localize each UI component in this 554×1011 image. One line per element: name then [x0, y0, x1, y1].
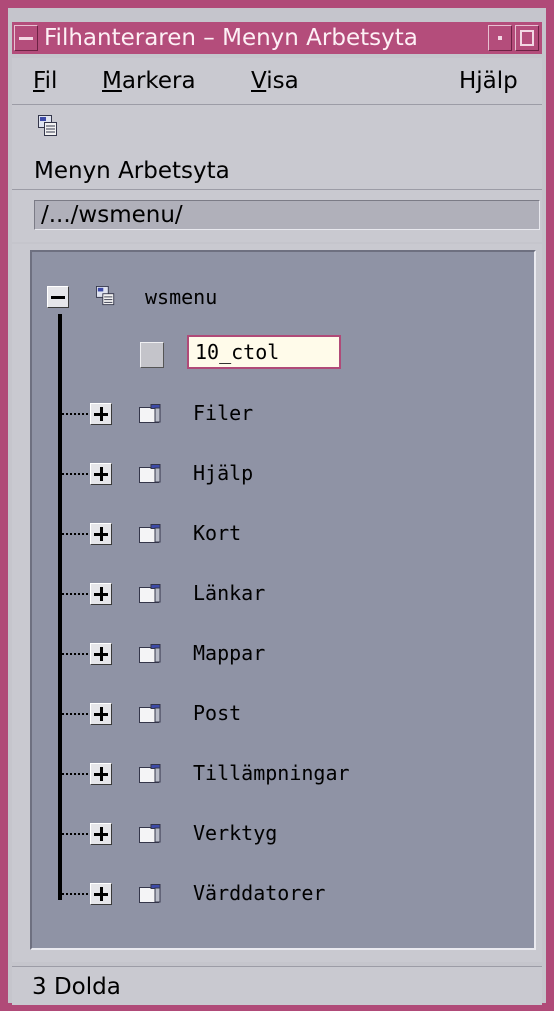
folder-label[interactable]: Värddatorer: [193, 881, 325, 905]
plus-icon: [100, 467, 103, 481]
folder-label[interactable]: Mappar: [193, 641, 265, 665]
expand-folder-button[interactable]: [90, 643, 112, 665]
rename-field[interactable]: [187, 335, 341, 369]
folder-icon: [139, 764, 161, 783]
expand-folder-button[interactable]: [90, 523, 112, 545]
menu-bar: Fil Markera Visa Hjälp: [12, 58, 542, 105]
path-bar: /.../wsmenu/: [12, 190, 542, 242]
tree-branch-line: [62, 773, 88, 775]
menu-file[interactable]: Fil: [33, 68, 57, 94]
expand-folder-button[interactable]: [90, 703, 112, 725]
folder-icon: [139, 824, 161, 843]
folder-icon: [139, 464, 161, 483]
path-text: /.../wsmenu/: [41, 202, 183, 228]
tree-branch-line: [62, 593, 88, 595]
maximize-button[interactable]: [515, 25, 539, 51]
toolbar-label: Menyn Arbetsyta: [34, 158, 230, 184]
workspace-menu-icon[interactable]: [38, 115, 58, 137]
expand-folder-button[interactable]: [90, 763, 112, 785]
minimize-button[interactable]: [488, 25, 512, 51]
menu-file-mnemonic: F: [33, 68, 45, 94]
expand-folder-button[interactable]: [90, 403, 112, 425]
plus-icon: [100, 527, 103, 541]
plus-icon: [100, 647, 103, 661]
expand-folder-button[interactable]: [90, 883, 112, 905]
expand-folder-button[interactable]: [90, 463, 112, 485]
tree-branch-line: [62, 893, 88, 895]
tree-branch-line: [62, 653, 88, 655]
file-manager-window: Filhanteraren – Menyn Arbetsyta Fil Mark…: [0, 0, 554, 1011]
tree-branch-line: [62, 713, 88, 715]
plus-icon: [100, 887, 103, 901]
folder-icon: [139, 404, 161, 423]
plus-icon: [100, 827, 103, 841]
window-menu-button[interactable]: [14, 25, 38, 51]
menu-view-label: isa: [266, 68, 299, 94]
maximize-icon: [520, 30, 534, 46]
tree-branch-line: [62, 413, 88, 415]
folder-icon: [139, 884, 161, 903]
folder-icon: [139, 524, 161, 543]
folder-icon: [139, 704, 161, 723]
folder-label[interactable]: Tillämpningar: [193, 761, 350, 785]
menu-help[interactable]: Hjälp: [459, 68, 518, 94]
tree-connector-line: [58, 314, 62, 900]
tree-branch-line: [62, 473, 88, 475]
menu-select[interactable]: Markera: [102, 68, 196, 94]
status-bar: 3 Dolda: [12, 966, 542, 1005]
rename-input[interactable]: [195, 339, 333, 365]
path-field[interactable]: /.../wsmenu/: [34, 200, 540, 230]
collapse-wsmenu-button[interactable]: [47, 286, 69, 308]
title-bar[interactable]: Filhanteraren – Menyn Arbetsyta: [12, 22, 542, 54]
plus-icon: [100, 407, 103, 421]
menu-view[interactable]: Visa: [251, 68, 299, 94]
plus-icon: [100, 707, 103, 721]
minimize-icon: [498, 36, 502, 40]
tree-branch-line: [62, 533, 88, 535]
folder-label[interactable]: Filer: [193, 401, 253, 425]
folder-label[interactable]: Post: [193, 701, 241, 725]
item-checkbox[interactable]: [140, 342, 164, 368]
tree-root-label[interactable]: wsmenu: [145, 285, 217, 309]
menu-file-label: il: [44, 68, 58, 94]
menu-select-mnemonic: M: [102, 68, 122, 94]
folder-label[interactable]: Kort: [193, 521, 241, 545]
tree-branch-line: [62, 833, 88, 835]
expand-folder-button[interactable]: [90, 583, 112, 605]
folder-label[interactable]: Hjälp: [193, 461, 253, 485]
workspace-menu-icon: [96, 286, 115, 306]
window-title: Filhanteraren – Menyn Arbetsyta: [44, 25, 418, 51]
menu-select-label: arkera: [121, 68, 196, 94]
folder-label[interactable]: Länkar: [193, 581, 265, 605]
folder-icon: [139, 644, 161, 663]
window-menu-icon: [19, 37, 33, 40]
minus-icon: [51, 296, 65, 299]
status-text: 3 Dolda: [32, 974, 121, 1000]
folder-label[interactable]: Verktyg: [193, 821, 277, 845]
folder-icon: [139, 584, 161, 603]
expand-folder-button[interactable]: [90, 823, 112, 845]
plus-icon: [100, 767, 103, 781]
plus-icon: [100, 587, 103, 601]
menu-view-mnemonic: V: [251, 68, 267, 94]
toolbar: Menyn Arbetsyta: [12, 105, 542, 190]
